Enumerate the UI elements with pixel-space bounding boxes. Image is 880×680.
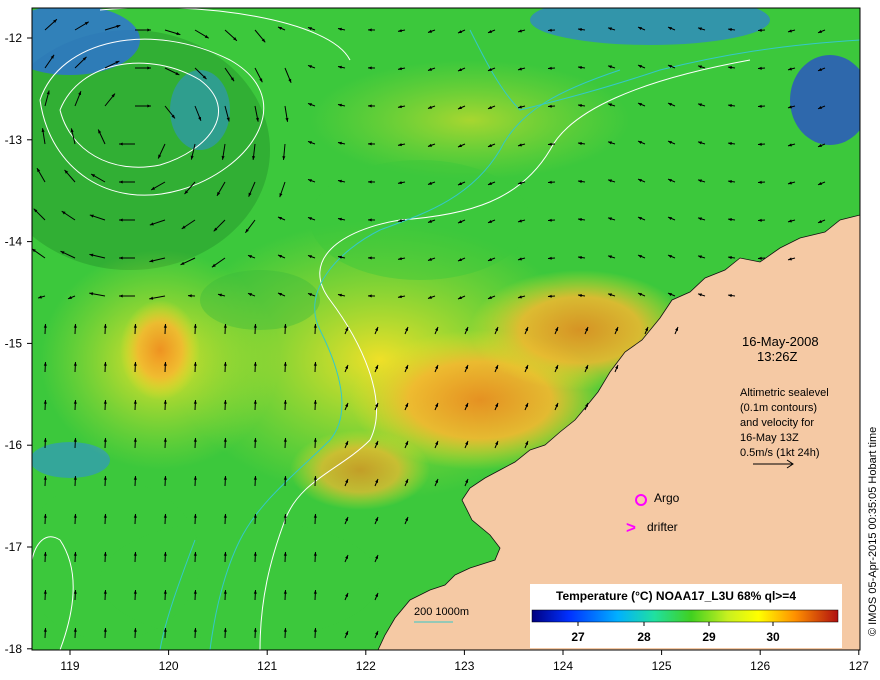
lat-tick-label: -18: [5, 642, 23, 656]
lon-tick-label: 121: [257, 659, 277, 673]
lat-tick-label: -17: [5, 540, 23, 554]
lon-tick-label: 123: [454, 659, 474, 673]
lon-tick-label: 125: [652, 659, 672, 673]
colorbar: [531, 609, 839, 623]
lat-tick-label: -16: [5, 438, 23, 452]
lon-tick-label: 119: [60, 659, 79, 673]
altimetric-note-line: 16-May 13Z: [740, 432, 799, 444]
colorbar-tick-label: 28: [637, 630, 651, 644]
lat-tick-label: -15: [5, 336, 23, 350]
drifter-label: drifter: [647, 520, 678, 534]
bathymetry-legend: 200 1000m: [414, 606, 469, 618]
colorbar-tick-label: 29: [702, 630, 716, 644]
latitude-axis: -12 -13 -14 -15 -16 -17 -18: [5, 31, 32, 656]
altimetric-note-line: (0.1m contours): [740, 402, 817, 414]
sst-map: 119 120 121 122 123 124 125 126 127 -12 -13 -14 -15…: [5, 6, 879, 673]
lon-tick-label: 120: [159, 659, 179, 673]
colorbar-tick-label: 27: [571, 630, 585, 644]
lon-tick-label: 126: [750, 659, 770, 673]
date-label: 16-May-2008: [742, 334, 819, 349]
lat-tick-label: -14: [5, 235, 23, 249]
argo-label: Argo: [654, 491, 680, 505]
lon-tick-label: 127: [849, 659, 869, 673]
longitude-axis: 119 120 121 122 123 124 125 126 127: [60, 650, 869, 673]
lat-tick-label: -12: [5, 31, 23, 45]
lon-tick-label: 124: [553, 659, 573, 673]
lon-tick-label: 122: [356, 659, 376, 673]
colorbar-tick-label: 30: [766, 630, 780, 644]
lat-tick-label: -13: [5, 133, 23, 147]
altimetric-note-line: Altimetric sealevel: [740, 387, 829, 399]
credit-text: © IMOS 05-Apr-2015 00:35:05 Hobart time: [867, 427, 879, 636]
altimetric-note-line: and velocity for: [740, 417, 814, 429]
colorbar-title: Temperature (°C) NOAA17_L3U 68% ql>=4: [556, 589, 796, 603]
altimetric-note-line: 0.5m/s (1kt 24h): [740, 447, 819, 459]
drifter-marker: >: [626, 518, 636, 537]
time-label: 13:26Z: [757, 349, 798, 364]
